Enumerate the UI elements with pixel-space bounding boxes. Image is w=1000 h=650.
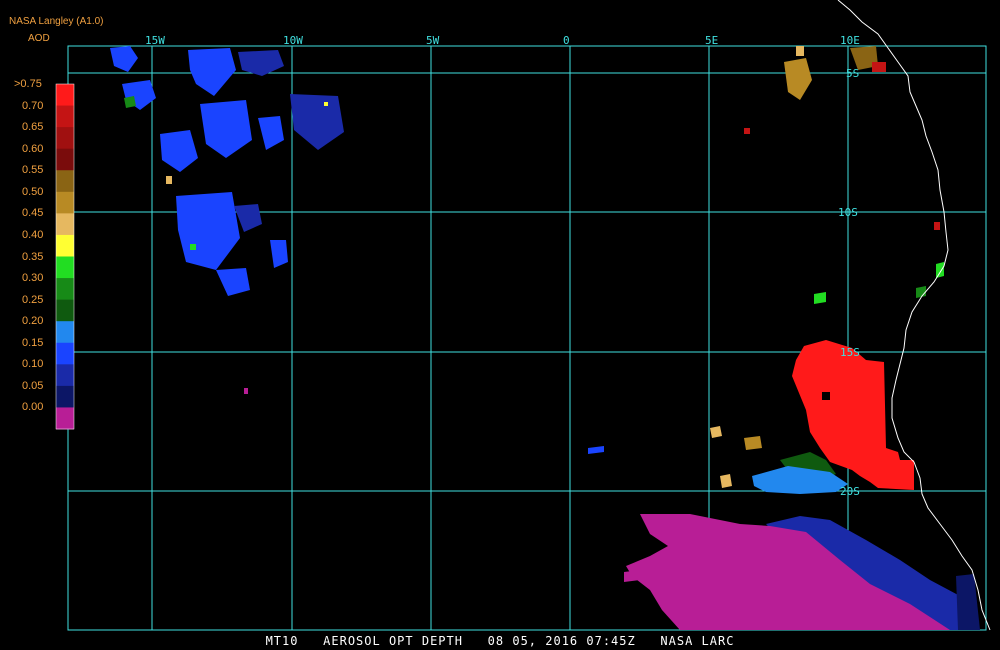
aod-patch-nw-13: [124, 96, 136, 108]
aod-plume-red-hole: [822, 392, 830, 400]
legend-label: 0.45: [22, 207, 44, 220]
aod-patch-nw-6: [200, 100, 252, 158]
aod-southern-region: [624, 514, 980, 630]
aod-patch-nw-5: [160, 130, 198, 172]
legend-label: 0.50: [22, 185, 44, 198]
legend-label: 0.10: [22, 358, 44, 371]
aod-south-darkblue-band: [956, 574, 980, 630]
legend-swatch: [56, 299, 74, 322]
lon-label-15w: 15W: [145, 34, 165, 47]
aod-patch-ne-1: [784, 58, 812, 100]
lat-label-20s: 20S: [840, 485, 860, 498]
legend-label: 0.00: [22, 401, 44, 414]
map: 15W 10W 5W 0 5E 10E 5S 10S 15S 20S: [55, 0, 991, 631]
footer-credit: NASA LARC: [660, 634, 735, 648]
aod-patch-nw-14: [166, 176, 172, 184]
footer: MT10 AEROSOL OPT DEPTH 08 05, 2016 07:45…: [0, 634, 1000, 648]
aod-scatter-northwest: [110, 46, 344, 296]
legend-label: 0.65: [22, 121, 44, 134]
legend-swatch: [56, 213, 74, 236]
legend-colorbar: [55, 83, 75, 430]
lon-label-5e: 5E: [705, 34, 718, 47]
legend-swatch: [56, 191, 74, 214]
aod-patch-nw-11: [216, 268, 250, 296]
aod-patch-ne-3: [872, 62, 886, 72]
legend-label: 0.20: [22, 315, 44, 328]
aod-fringe-orange-2: [744, 436, 762, 450]
aod-patch-nw-1: [110, 46, 138, 72]
aod-patch-nw-16: [324, 102, 328, 106]
legend-label: >0.75: [14, 78, 42, 90]
legend-swatch: [56, 234, 74, 257]
legend-label: 0.15: [22, 336, 44, 349]
aod-plume-fringe: [244, 388, 848, 494]
aod-patch-ne-7: [916, 286, 926, 298]
legend-label: 0.70: [22, 99, 44, 112]
aod-patch-nw-12: [270, 240, 288, 268]
legend-swatch: [56, 170, 74, 193]
aod-patch-nw-8: [258, 116, 284, 150]
aod-fringe-magenta-small: [244, 388, 248, 394]
graticule-labels: 15W 10W 5W 0 5E 10E 5S 10S 15S 20S: [145, 34, 860, 498]
legend-label: 0.25: [22, 293, 44, 306]
aod-patch-ne-9: [744, 128, 750, 134]
legend-swatch: [56, 321, 74, 344]
legend-label: 0.35: [22, 250, 44, 263]
aod-patch-ne-6: [936, 262, 944, 278]
aod-patch-nw-2: [188, 48, 236, 96]
lon-label-0: 0: [563, 34, 570, 47]
aod-fringe-orange-3: [720, 474, 732, 488]
aod-fringe-blue: [588, 446, 604, 454]
legend-swatch: [56, 385, 74, 408]
lat-label-5s: 5S: [846, 67, 859, 80]
aod-patch-nw-7: [290, 94, 344, 150]
legend-swatch: [56, 407, 74, 430]
legend-swatch: [56, 127, 74, 150]
legend-swatch: [56, 342, 74, 365]
aod-fringe-lightblue: [752, 466, 848, 494]
legend-swatch: [56, 256, 74, 279]
lat-label-15s: 15S: [840, 346, 860, 359]
lon-label-5w: 5W: [426, 34, 440, 47]
coastline: [837, 0, 991, 631]
footer-product: MT10: [265, 634, 299, 648]
aod-scatter-northeast: [744, 46, 944, 304]
aod-patch-nw-3: [238, 50, 284, 76]
aod-patch-ne-5: [934, 222, 940, 230]
aod-patch-ne-8: [814, 292, 826, 304]
aod-patch-nw-9: [176, 192, 240, 270]
footer-datetime: 08 05, 2016 07:45Z: [487, 634, 636, 648]
legend-label: 0.30: [22, 272, 44, 285]
legend-label: 0.05: [22, 379, 44, 392]
legend-label: 0.60: [22, 142, 44, 155]
legend-swatch: [56, 278, 74, 301]
aod-patch-nw-15: [190, 244, 196, 250]
legend-swatch: [56, 84, 74, 107]
legend-label: 0.40: [22, 228, 44, 241]
aod-fringe-orange-1: [710, 426, 722, 438]
aod-patch-ne-4: [796, 46, 804, 56]
footer-title: AEROSOL OPT DEPTH: [323, 634, 463, 648]
legend-swatch: [56, 148, 74, 171]
legend-swatch: [56, 105, 74, 128]
legend-swatch: [56, 364, 74, 387]
aod-south-magenta-island: [624, 570, 640, 582]
lon-label-10w: 10W: [283, 34, 303, 47]
lon-label-10e: 10E: [840, 34, 860, 47]
lat-label-10s: 10S: [838, 206, 858, 219]
legend-label: 0.55: [22, 164, 44, 177]
